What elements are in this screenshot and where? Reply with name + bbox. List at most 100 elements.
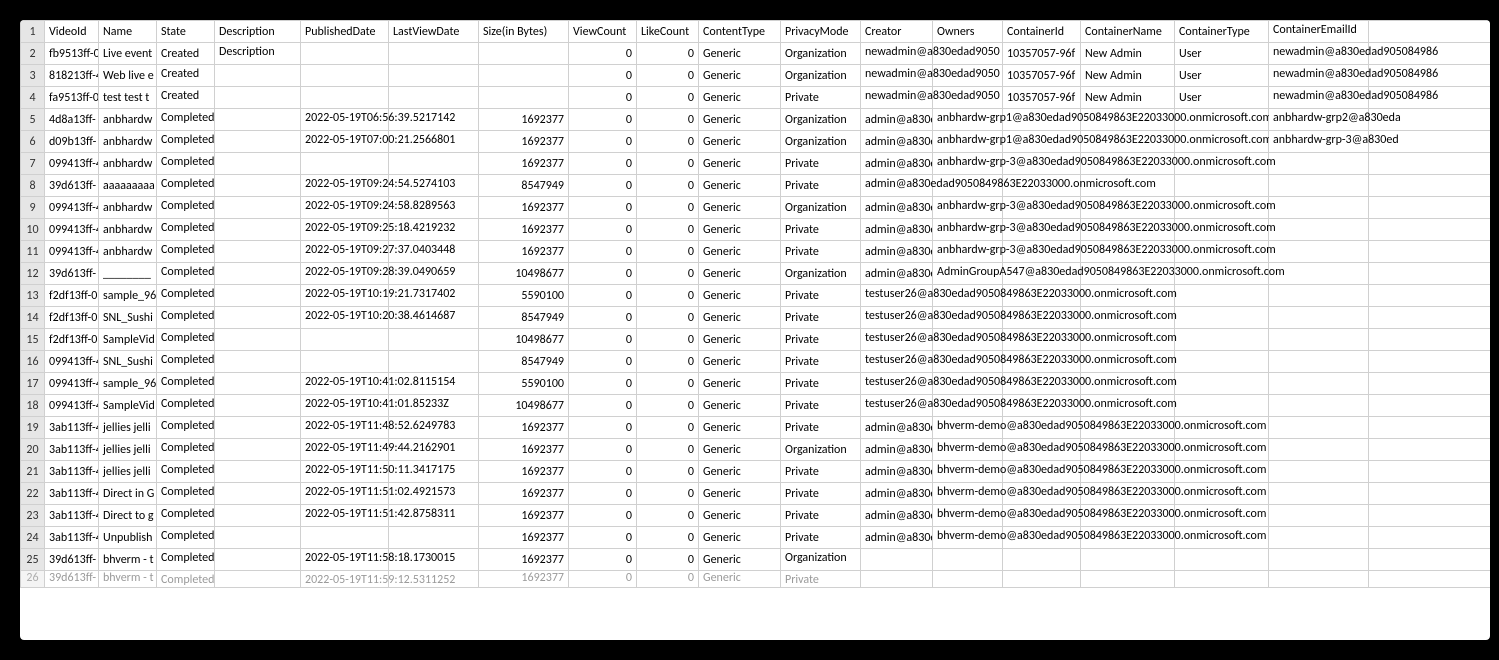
cell[interactable]: 0 bbox=[569, 153, 637, 175]
cell[interactable]: 10498677 bbox=[479, 263, 569, 285]
row-number[interactable]: 5 bbox=[21, 109, 45, 131]
cell[interactable] bbox=[389, 65, 479, 87]
cell[interactable] bbox=[215, 263, 301, 285]
cell[interactable]: 0 bbox=[637, 65, 699, 87]
cell[interactable]: Generic bbox=[699, 483, 781, 505]
cell[interactable] bbox=[1369, 505, 1491, 527]
cell[interactable] bbox=[1175, 549, 1269, 571]
cell[interactable]: Unpublish bbox=[99, 527, 157, 549]
cell[interactable]: 0 bbox=[637, 131, 699, 153]
column-header[interactable]: Creator bbox=[861, 21, 933, 43]
table-row[interactable]: 233ab113ff-4Direct to gCompleted2022-05-… bbox=[21, 505, 1491, 527]
cell[interactable]: 0 bbox=[637, 373, 699, 395]
cell[interactable]: Created bbox=[157, 65, 215, 87]
cell[interactable] bbox=[1369, 461, 1491, 483]
cell[interactable] bbox=[1369, 549, 1491, 571]
cell[interactable]: anbhardw-grp-3@a830ed bbox=[1269, 131, 1369, 153]
cell[interactable]: 0 bbox=[569, 417, 637, 439]
cell[interactable] bbox=[1081, 549, 1175, 571]
cell[interactable]: bhverm - t bbox=[99, 571, 157, 588]
cell[interactable] bbox=[301, 351, 389, 373]
cell[interactable]: anbhardw-grp1@a830edad9050849863E2203300… bbox=[933, 131, 1003, 153]
table-row[interactable]: 4fa9513ff-0test test tCreated00GenericPr… bbox=[21, 87, 1491, 109]
cell[interactable]: bhverm-demo@a830edad9050849863E22033000.… bbox=[933, 461, 1003, 483]
cell[interactable]: 10357057-96f bbox=[1003, 43, 1081, 65]
cell[interactable] bbox=[215, 549, 301, 571]
column-header[interactable]: ContainerId bbox=[1003, 21, 1081, 43]
cell[interactable]: 099413ff-4 bbox=[45, 219, 99, 241]
row-number[interactable]: 10 bbox=[21, 219, 45, 241]
cell[interactable]: admin@a830e bbox=[861, 153, 933, 175]
cell[interactable]: 2022-05-19T11:59:12.5311252 bbox=[301, 571, 389, 588]
cell[interactable] bbox=[1369, 197, 1491, 219]
cell[interactable]: Generic bbox=[699, 241, 781, 263]
cell[interactable] bbox=[1269, 351, 1369, 373]
cell[interactable]: 3ab113ff-4 bbox=[45, 527, 99, 549]
cell[interactable]: 5590100 bbox=[479, 285, 569, 307]
table-row[interactable]: 2539d613ff-bhverm - tCompleted2022-05-19… bbox=[21, 549, 1491, 571]
table-row[interactable]: 2639d613ff-bhverm - tCompleted2022-05-19… bbox=[21, 571, 1491, 588]
cell[interactable]: bhverm-demo@a830edad9050849863E22033000.… bbox=[933, 527, 1003, 549]
cell[interactable]: 1692377 bbox=[479, 439, 569, 461]
cell[interactable]: Generic bbox=[699, 351, 781, 373]
cell[interactable]: Generic bbox=[699, 197, 781, 219]
cell[interactable]: Generic bbox=[699, 461, 781, 483]
cell[interactable] bbox=[1269, 417, 1369, 439]
cell[interactable] bbox=[389, 87, 479, 109]
cell[interactable]: Completed bbox=[157, 439, 215, 461]
cell[interactable]: 0 bbox=[637, 307, 699, 329]
cell[interactable] bbox=[1369, 373, 1491, 395]
cell[interactable]: admin@a830e bbox=[861, 505, 933, 527]
cell[interactable]: 10498677 bbox=[479, 329, 569, 351]
cell[interactable]: 0 bbox=[569, 483, 637, 505]
cell[interactable]: Completed bbox=[157, 197, 215, 219]
row-number[interactable]: 2 bbox=[21, 43, 45, 65]
cell[interactable]: 1692377 bbox=[479, 571, 569, 588]
cell[interactable]: 0 bbox=[637, 527, 699, 549]
cell[interactable] bbox=[301, 43, 389, 65]
cell[interactable]: newadmin@a830edad9050 bbox=[861, 65, 933, 87]
cell[interactable]: Generic bbox=[699, 329, 781, 351]
table-row[interactable]: 7099413ff-4anbhardwCompleted169237700Gen… bbox=[21, 153, 1491, 175]
cell[interactable]: testuser26@a830edad9050849863E22033000.o… bbox=[861, 395, 933, 417]
cell[interactable]: Completed bbox=[157, 109, 215, 131]
column-header[interactable]: ContentType bbox=[699, 21, 781, 43]
cell[interactable]: 0 bbox=[637, 483, 699, 505]
table-row[interactable]: 14f2df13ff-0SNL_SushiCompleted2022-05-19… bbox=[21, 307, 1491, 329]
cell[interactable] bbox=[1175, 395, 1269, 417]
row-number[interactable]: 26 bbox=[21, 571, 45, 588]
row-number[interactable]: 24 bbox=[21, 527, 45, 549]
row-number[interactable]: 12 bbox=[21, 263, 45, 285]
cell[interactable]: bhverm-demo@a830edad9050849863E22033000.… bbox=[933, 505, 1003, 527]
cell[interactable]: Completed bbox=[157, 241, 215, 263]
table-row[interactable]: 6d09b13ff-anbhardwCompleted2022-05-19T07… bbox=[21, 131, 1491, 153]
cell[interactable] bbox=[215, 153, 301, 175]
row-number[interactable]: 8 bbox=[21, 175, 45, 197]
cell[interactable]: 3ab113ff-4 bbox=[45, 483, 99, 505]
cell[interactable]: admin@a830e bbox=[861, 527, 933, 549]
cell[interactable]: Created bbox=[157, 43, 215, 65]
cell[interactable]: anbhardw bbox=[99, 219, 157, 241]
cell[interactable]: Private bbox=[781, 219, 861, 241]
column-header[interactable]: ContainerEmailId bbox=[1269, 21, 1369, 43]
table-row[interactable]: 18099413ff-4SampleVidCompleted2022-05-19… bbox=[21, 395, 1491, 417]
cell[interactable]: AdminGroupA547@a830edad9050849863E220330… bbox=[933, 263, 1003, 285]
cell[interactable] bbox=[1369, 307, 1491, 329]
cell[interactable]: Completed bbox=[157, 307, 215, 329]
cell[interactable]: Completed bbox=[157, 373, 215, 395]
cell[interactable] bbox=[1369, 153, 1491, 175]
cell[interactable]: 0 bbox=[569, 395, 637, 417]
table-row[interactable]: 1239d613ff-________Completed2022-05-19T0… bbox=[21, 263, 1491, 285]
cell[interactable]: Generic bbox=[699, 571, 781, 588]
cell[interactable] bbox=[1369, 571, 1491, 588]
cell[interactable]: admin@a830e bbox=[861, 219, 933, 241]
row-number[interactable]: 18 bbox=[21, 395, 45, 417]
cell[interactable]: anbhardw bbox=[99, 241, 157, 263]
cell[interactable]: anbhardw-grp-3@a830edad9050849863E220330… bbox=[933, 219, 1003, 241]
cell[interactable] bbox=[1175, 307, 1269, 329]
row-number[interactable]: 13 bbox=[21, 285, 45, 307]
cell[interactable]: admin@a830e bbox=[861, 483, 933, 505]
cell[interactable] bbox=[1175, 285, 1269, 307]
column-header[interactable]: ContainerName bbox=[1081, 21, 1175, 43]
cell[interactable]: 39d613ff- bbox=[45, 549, 99, 571]
